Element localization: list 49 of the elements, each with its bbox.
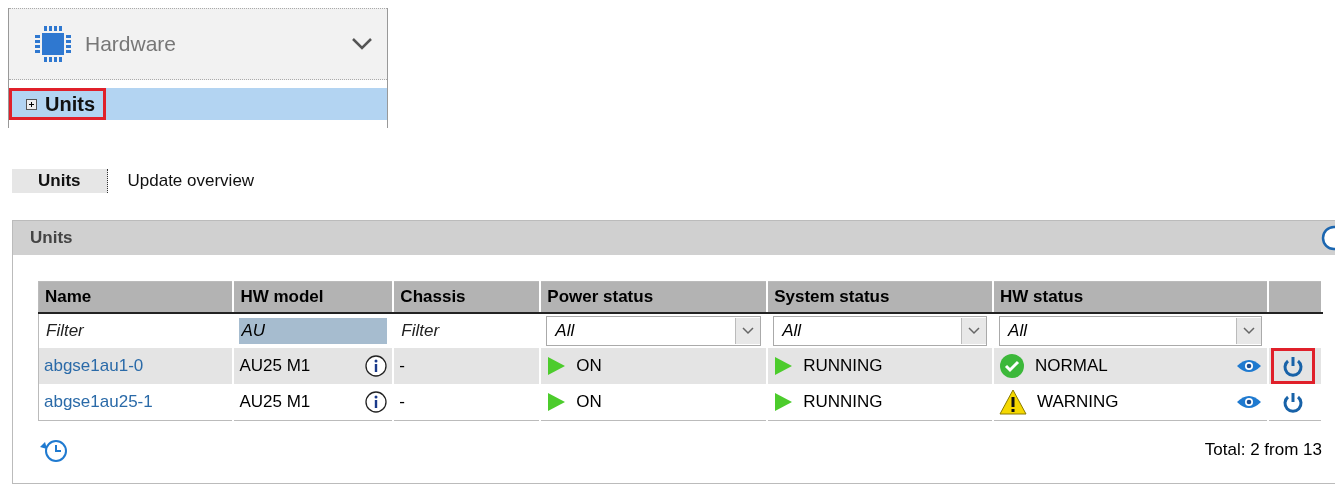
table-cell-text: NORMAL — [1035, 356, 1109, 376]
play-icon — [546, 356, 567, 376]
table-cell: AU25 M1 — [239, 356, 311, 376]
eye-icon[interactable] — [1235, 358, 1262, 374]
filter-field[interactable]: Filter — [399, 318, 535, 344]
table-cell: - — [399, 356, 406, 375]
power-icon — [1281, 391, 1304, 413]
info-icon[interactable] — [365, 355, 388, 377]
play-icon — [773, 356, 794, 376]
column-header[interactable]: HW model — [233, 281, 394, 313]
chip-icon — [33, 24, 73, 64]
table-cell-text: WARNING — [1037, 392, 1120, 412]
filter-dropdown[interactable]: All — [773, 316, 988, 346]
table-cell: RUNNING — [803, 356, 883, 376]
power-icon — [1281, 355, 1304, 377]
tab[interactable]: Units — [12, 169, 108, 193]
section-title: Hardware — [85, 32, 178, 56]
chevron-down-icon — [968, 327, 981, 335]
play-icon — [546, 392, 567, 412]
filter-dropdown[interactable]: All — [999, 316, 1262, 346]
panel-title: Units — [30, 228, 73, 248]
chevron-down-icon — [1242, 327, 1255, 335]
table-cell: AU25 M1 — [239, 392, 311, 412]
unit-link[interactable]: abgse1au25-1 — [44, 392, 153, 411]
total-count: Total: 2 from 13 — [1204, 440, 1322, 460]
column-header[interactable]: HW status — [993, 281, 1268, 313]
info-icon[interactable] — [365, 391, 388, 413]
table-cell: RUNNING — [803, 392, 883, 412]
sidebar-item[interactable]: Units — [9, 88, 387, 120]
tab[interactable]: Update overview — [107, 169, 275, 193]
column-header[interactable]: Power status — [540, 281, 768, 313]
expand-icon[interactable] — [26, 98, 37, 110]
table-row[interactable]: abgse1au25-1 AU25 M1 - ON RUNNING WARNING — [38, 384, 1322, 421]
power-button[interactable] — [1270, 348, 1315, 384]
column-header[interactable]: System status — [767, 281, 994, 313]
filter-dropdown[interactable]: All — [546, 316, 762, 346]
table-row[interactable]: abgse1au1-0 AU25 M1 - ON RUNNING NORMAL — [38, 348, 1322, 384]
filter-field[interactable]: AU — [239, 318, 388, 344]
section-header[interactable]: Hardware — [9, 8, 387, 80]
table-cell: ON — [576, 356, 602, 376]
column-header[interactable]: Name — [38, 281, 234, 313]
filter-field[interactable]: Filter — [44, 318, 228, 344]
chevron-down-icon — [742, 327, 755, 335]
eye-icon[interactable] — [1235, 394, 1262, 410]
table-cell: ON — [576, 392, 602, 412]
play-icon — [773, 392, 794, 412]
column-header[interactable]: Chassis — [393, 281, 541, 313]
table-cell: - — [399, 392, 406, 411]
item-label: Units — [45, 92, 95, 116]
